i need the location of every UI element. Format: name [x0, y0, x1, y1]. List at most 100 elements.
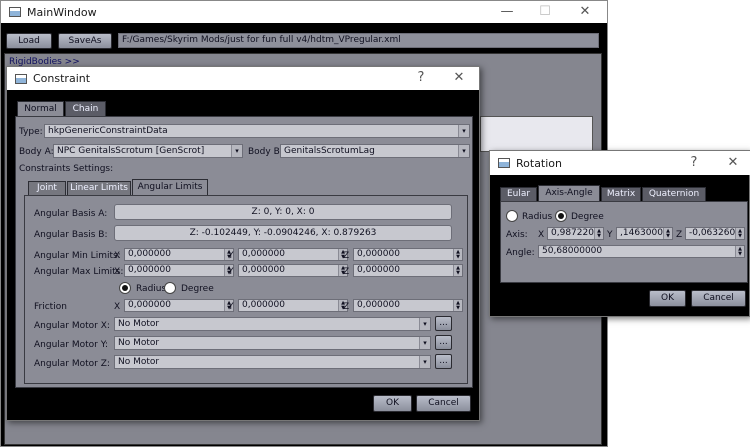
tab-joint[interactable]: Joint	[28, 181, 66, 195]
basis-a-button[interactable]: Z: 0, Y: 0, X: 0	[114, 204, 452, 220]
body-a-value: NPC GenitalsScrotum [GenScrot]	[57, 146, 205, 156]
axis-y-spinbox[interactable]: ,14630000 ▲ ▼	[616, 227, 673, 240]
axis-z-spinbox[interactable]: -0,0632600 ▲ ▼	[685, 227, 745, 240]
load-button[interactable]: Load	[6, 33, 52, 49]
radius-label: Radius	[522, 212, 553, 222]
radius-radio[interactable]	[119, 282, 131, 294]
close-icon[interactable]: ✕	[715, 151, 750, 175]
axis-label: Axis:	[506, 230, 528, 240]
degree-radio[interactable]	[555, 210, 567, 222]
max-z-label: Z	[343, 267, 350, 277]
rotation-dialog: Rotation ? ✕ Eular Axis-Angle Matrix Qua…	[489, 150, 750, 317]
rotation-title: Rotation	[516, 156, 563, 170]
chevron-down-icon: ▾	[419, 337, 430, 349]
content-area	[480, 116, 593, 152]
min-limits-label: Angular Min Limits:	[34, 251, 121, 261]
main-title: MainWindow	[27, 5, 97, 19]
motor-x-select[interactable]: No Motor ▾	[114, 317, 431, 331]
app-icon	[9, 7, 21, 17]
ok-button[interactable]: OK	[373, 395, 412, 412]
min-x-value: 0,000000	[128, 249, 171, 259]
tab-linear-limits[interactable]: Linear Limits	[67, 181, 131, 195]
tab-axis-angle[interactable]: Axis-Angle	[538, 185, 600, 201]
ok-button[interactable]: OK	[649, 290, 686, 307]
maximize-icon[interactable]: ☐	[527, 1, 563, 23]
tab-chain[interactable]: Chain	[65, 101, 106, 116]
axis-z-value: -0,0632600	[689, 228, 741, 238]
close-icon[interactable]: ✕	[567, 1, 603, 23]
normal-panel: Type: hkpGenericConstraintData ▾ Body A:…	[15, 116, 473, 388]
motor-x-label: Angular Motor X:	[34, 321, 110, 331]
cancel-button[interactable]: Cancel	[691, 290, 746, 307]
dialog-icon	[15, 73, 27, 84]
angle-label: Angle:	[506, 248, 535, 258]
max-y-spinbox[interactable]: 0,000000 ▲ ▼	[238, 264, 348, 277]
basis-b-label: Angular Basis B:	[34, 230, 108, 240]
motor-x-edit-button[interactable]: ...	[435, 316, 452, 331]
help-icon[interactable]: ?	[403, 67, 439, 90]
chevron-down-icon: ▾	[231, 145, 242, 157]
min-y-spinbox[interactable]: 0,000000 ▲ ▼	[238, 248, 348, 261]
min-z-value: 0,000000	[357, 249, 400, 259]
constraint-dialog: Constraint ? ✕ Normal Chain Type: hkpGen…	[6, 66, 480, 421]
settings-label: Constraints Settings:	[19, 164, 114, 174]
axis-angle-panel: Radius Degree Axis: X 0,9872200 ▲ ▼ Y ,146…	[500, 201, 748, 283]
min-z-label: Z	[343, 251, 350, 261]
motor-y-edit-button[interactable]: ...	[435, 335, 452, 350]
tab-matrix[interactable]: Matrix	[601, 187, 641, 201]
axis-x-value: 0,9872200	[551, 228, 600, 238]
tab-normal[interactable]: Normal	[17, 101, 64, 116]
tab-eular[interactable]: Eular	[500, 187, 537, 201]
radius-label: Radius	[136, 284, 167, 294]
axis-x-label: X	[538, 230, 545, 240]
max-x-label: X	[114, 267, 121, 277]
axis-x-spinbox[interactable]: 0,9872200 ▲ ▼	[547, 227, 604, 240]
angle-spinbox[interactable]: 50,68000000 ▲ ▼	[538, 245, 745, 258]
friction-z-spinbox[interactable]: 0,000000 ▲ ▼	[353, 299, 463, 312]
chevron-down-icon: ▾	[458, 125, 469, 137]
cancel-button[interactable]: Cancel	[416, 395, 471, 412]
tab-angular-limits[interactable]: Angular Limits	[132, 179, 208, 195]
motor-z-edit-button[interactable]: ...	[435, 354, 452, 369]
min-y-label: Y	[228, 251, 234, 261]
main-titlebar: MainWindow — ☐ ✕	[1, 1, 607, 23]
saveas-button[interactable]: SaveAs	[58, 33, 112, 49]
body-b-value: GenitalsScrotumLag	[284, 146, 375, 156]
file-path-field[interactable]: F:/Games/Skyrim Mods/just for fun full v…	[118, 33, 599, 48]
body-b-label: Body B:	[248, 147, 283, 157]
radius-radio[interactable]	[506, 210, 518, 222]
stepper-icon: ▲ ▼	[453, 249, 462, 260]
type-select[interactable]: hkpGenericConstraintData ▾	[44, 124, 470, 138]
type-label: Type:	[19, 127, 43, 137]
stepper-icon: ▲ ▼	[453, 300, 462, 311]
chevron-down-icon: ▾	[419, 356, 430, 368]
degree-radio[interactable]	[164, 282, 176, 294]
motor-z-value: No Motor	[118, 357, 160, 367]
motor-z-select[interactable]: No Motor ▾	[114, 355, 431, 369]
degree-label: Degree	[181, 284, 214, 294]
help-icon[interactable]: ?	[676, 151, 712, 175]
chevron-down-icon: ▾	[419, 318, 430, 330]
angle-value: 50,68000000	[542, 246, 603, 256]
stepper-icon: ▲ ▼	[735, 228, 744, 239]
max-x-spinbox[interactable]: 0,000000 ▲ ▼	[124, 264, 234, 277]
axis-y-value: ,14630000	[620, 228, 669, 238]
axis-y-label: Y	[607, 230, 613, 240]
min-x-spinbox[interactable]: 0,000000 ▲ ▼	[124, 248, 234, 261]
motor-y-select[interactable]: No Motor ▾	[114, 336, 431, 350]
min-z-spinbox[interactable]: 0,000000 ▲ ▼	[353, 248, 463, 261]
max-y-value: 0,000000	[242, 265, 285, 275]
chevron-down-icon: ▾	[458, 145, 469, 157]
max-z-spinbox[interactable]: 0,000000 ▲ ▼	[353, 264, 463, 277]
minimize-icon[interactable]: —	[489, 1, 525, 23]
max-limits-label: Angular Max Limits:	[34, 267, 124, 277]
stepper-icon: ▲ ▼	[453, 265, 462, 276]
rotation-titlebar: Rotation ? ✕	[490, 151, 750, 175]
basis-b-button[interactable]: Z: -0.102449, Y: -0.0904246, X: 0.879263	[114, 225, 452, 241]
body-a-select[interactable]: NPC GenitalsScrotum [GenScrot] ▾	[53, 144, 243, 158]
friction-x-spinbox[interactable]: 0,000000 ▲ ▼	[124, 299, 234, 312]
body-b-select[interactable]: GenitalsScrotumLag ▾	[280, 144, 470, 158]
friction-y-spinbox[interactable]: 0,000000 ▲ ▼	[238, 299, 348, 312]
close-icon[interactable]: ✕	[441, 67, 477, 90]
tab-quaternion[interactable]: Quaternion	[642, 187, 706, 201]
